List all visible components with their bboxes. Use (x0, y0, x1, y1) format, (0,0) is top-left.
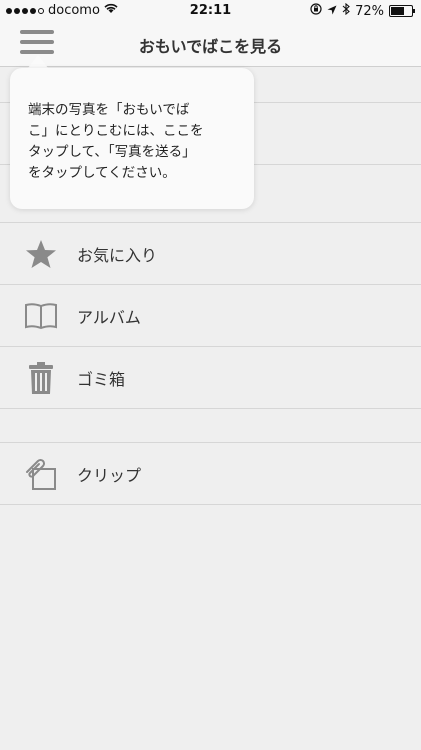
menu-item-favorites[interactable]: お気に入り (0, 223, 421, 285)
menu-item-label: ゴミ箱 (77, 369, 126, 389)
clip-icon (22, 455, 60, 493)
menu-item-label: クリップ (77, 465, 142, 485)
menu-item-label: アルバム (77, 307, 141, 327)
status-bar: docomo 22:11 72% (0, 0, 421, 22)
menu-item-clip[interactable]: クリップ (0, 443, 421, 505)
menu-item-trash[interactable]: ゴミ箱 (0, 347, 421, 409)
trash-icon (22, 359, 60, 397)
bluetooth-icon (342, 2, 350, 19)
battery-percent: 72% (355, 3, 384, 19)
menu-item-label: お気に入り (77, 245, 158, 265)
battery-icon (389, 5, 415, 17)
status-right: 72% (310, 2, 415, 19)
tooltip-text: 端末の写真を「おもいでば こ」にとりこむには、ここを タップして、「写真を送る」… (28, 102, 204, 181)
navigation-bar: おもいでばこを見る (0, 22, 421, 67)
orientation-lock-icon (310, 3, 322, 19)
star-icon (22, 235, 60, 273)
battery-level-fill (391, 7, 404, 15)
menu-item-album[interactable]: アルバム (0, 285, 421, 347)
tooltip-popover[interactable]: 端末の写真を「おもいでば こ」にとりこむには、ここを タップして、「写真を送る」… (10, 68, 254, 209)
location-arrow-icon (327, 4, 337, 19)
page-title: おもいでばこを見る (138, 37, 283, 56)
menu-section-spacer (0, 409, 421, 443)
tooltip-arrow (28, 55, 48, 68)
book-icon (22, 297, 60, 335)
